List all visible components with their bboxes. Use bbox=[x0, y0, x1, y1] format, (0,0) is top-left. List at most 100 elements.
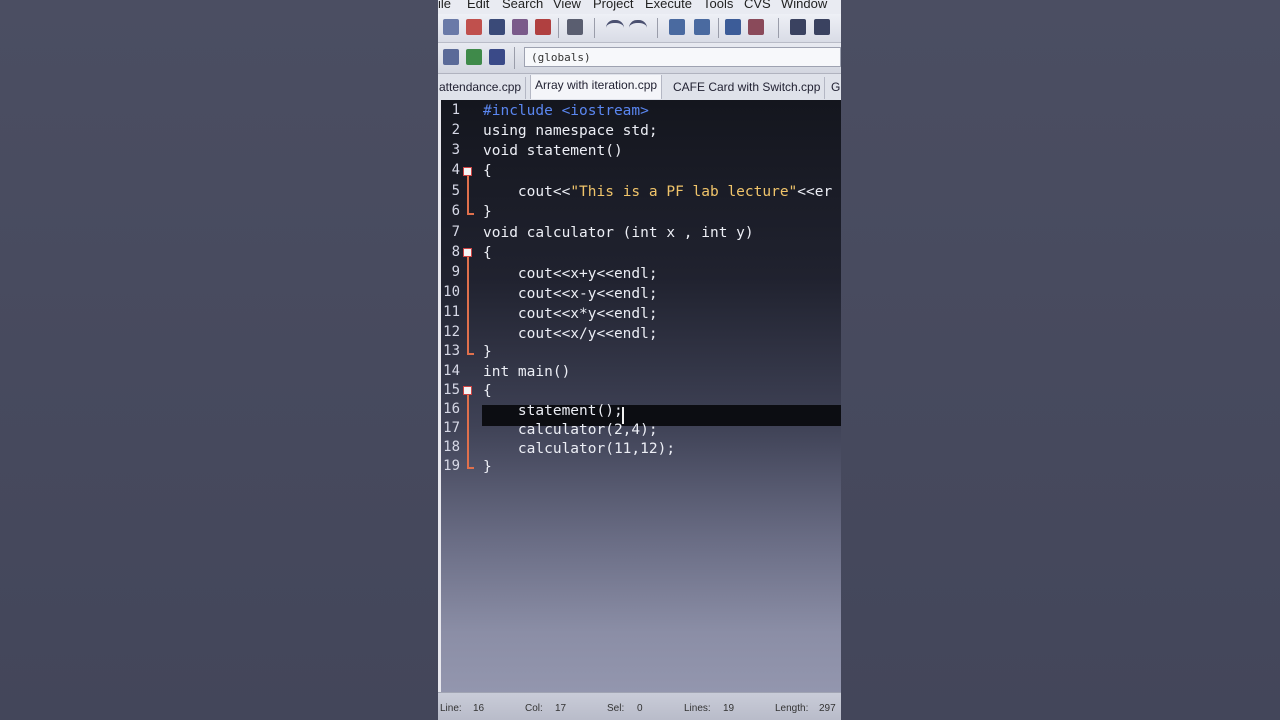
line-number: 17 bbox=[443, 420, 460, 436]
fold-guide-end bbox=[467, 467, 474, 469]
save-all-icon[interactable] bbox=[512, 19, 528, 35]
code-line-16: statement(); bbox=[483, 403, 623, 419]
code-line-2: using namespace std; bbox=[483, 123, 658, 139]
indent-icon[interactable] bbox=[725, 19, 741, 35]
menu-file[interactable]: ile bbox=[438, 0, 451, 11]
line-number: 6 bbox=[451, 203, 460, 219]
code-line-9: cout<<x+y<<endl; bbox=[483, 266, 658, 282]
menu-project[interactable]: Project bbox=[593, 0, 633, 11]
replace-icon[interactable] bbox=[694, 19, 710, 35]
fold-guide bbox=[467, 257, 469, 354]
status-col-value: 17 bbox=[555, 703, 567, 714]
code-line-14: int main() bbox=[483, 364, 571, 380]
class-toolbar: (globals) bbox=[438, 43, 841, 74]
file-tabs: attendance.cpp Array with iteration.cpp … bbox=[438, 74, 841, 101]
code-line-7: void calculator (int x , int y) bbox=[483, 225, 754, 241]
window-edge bbox=[438, 100, 441, 692]
line-number: 5 bbox=[451, 183, 460, 199]
tab-cafe-card-with-switch[interactable]: CAFE Card with Switch.cpp bbox=[669, 77, 826, 99]
menu-tools[interactable]: Tools bbox=[703, 0, 733, 11]
status-line-value: 16 bbox=[473, 703, 485, 714]
code-line-5: cout<<"This is a PF lab lecture"<<er bbox=[483, 184, 832, 200]
redo-icon[interactable] bbox=[629, 20, 647, 37]
line-number: 8 bbox=[451, 244, 460, 260]
line-number: 15 bbox=[443, 382, 460, 398]
status-line-label: Line: bbox=[440, 703, 462, 714]
save-icon[interactable] bbox=[489, 19, 505, 35]
status-sel-label: Sel: bbox=[607, 703, 625, 714]
menu-search[interactable]: Search bbox=[502, 0, 543, 11]
code-line-17: calculator(2,4); bbox=[483, 422, 658, 438]
line-number: 9 bbox=[451, 264, 460, 280]
fold-toggle-icon[interactable] bbox=[463, 248, 472, 257]
code-line-1: #include <iostream> bbox=[483, 103, 649, 119]
code-line-15: { bbox=[483, 383, 492, 399]
status-bar: Line: 16 Col: 17 Sel: 0 Lines: 19 Length… bbox=[438, 692, 841, 720]
toolbar-separator bbox=[558, 18, 559, 38]
code-line-3: void statement() bbox=[483, 143, 623, 159]
tab-attendance[interactable]: attendance.cpp bbox=[438, 77, 527, 99]
toolbar-separator bbox=[594, 18, 595, 38]
fold-toggle-icon[interactable] bbox=[463, 386, 472, 395]
line-number: 11 bbox=[443, 304, 460, 320]
open-file-icon[interactable] bbox=[466, 19, 482, 35]
menu-view[interactable]: View bbox=[553, 0, 581, 11]
status-sel-value: 0 bbox=[637, 703, 643, 714]
code-line-12: cout<<x/y<<endl; bbox=[483, 326, 658, 342]
fold-guide bbox=[467, 176, 469, 214]
line-number: 12 bbox=[443, 324, 460, 340]
scope-dropdown[interactable]: (globals) bbox=[524, 47, 841, 67]
line-number: 18 bbox=[443, 439, 460, 455]
line-number: 14 bbox=[443, 363, 460, 379]
debug-icon[interactable] bbox=[489, 49, 505, 65]
close-file-icon[interactable] bbox=[535, 19, 551, 35]
fold-guide bbox=[467, 395, 469, 468]
bookmark-forward-icon[interactable] bbox=[814, 19, 830, 35]
tab-array-with-iteration[interactable]: Array with iteration.cpp bbox=[530, 75, 663, 99]
status-lines-label: Lines: bbox=[684, 703, 711, 714]
line-number: 7 bbox=[451, 224, 460, 240]
run-icon[interactable] bbox=[466, 49, 482, 65]
menu-window[interactable]: Window bbox=[781, 0, 827, 11]
line-number: 19 bbox=[443, 458, 460, 474]
print-icon[interactable] bbox=[567, 19, 583, 35]
toolbar-separator bbox=[657, 18, 658, 38]
line-number: 10 bbox=[443, 284, 460, 300]
code-line-13: } bbox=[483, 344, 492, 360]
background-right bbox=[841, 0, 1280, 720]
text-caret bbox=[622, 407, 624, 424]
preprocessor-directive: #include <iostream> bbox=[483, 103, 649, 119]
menu-execute[interactable]: Execute bbox=[645, 0, 692, 11]
code-line-10: cout<<x-y<<endl; bbox=[483, 286, 658, 302]
line-number: 3 bbox=[451, 142, 460, 158]
status-lines-value: 19 bbox=[723, 703, 735, 714]
menu-edit[interactable]: Edit bbox=[467, 0, 489, 11]
new-file-icon[interactable] bbox=[443, 19, 459, 35]
code-editor[interactable]: 1 2 3 4 5 6 7 8 9 10 11 12 13 14 15 16 1… bbox=[438, 100, 841, 692]
line-gutter: 1 2 3 4 5 6 7 8 9 10 11 12 13 14 15 16 1… bbox=[438, 100, 482, 692]
compile-icon[interactable] bbox=[443, 49, 459, 65]
code-line-6: } bbox=[483, 204, 492, 220]
menu-cvs[interactable]: CVS bbox=[744, 0, 771, 11]
unindent-icon[interactable] bbox=[748, 19, 764, 35]
string-literal: "This is a PF lab lecture" bbox=[570, 184, 798, 200]
code-token: cout<< bbox=[483, 184, 571, 200]
line-number: 1 bbox=[451, 102, 460, 118]
bookmark-back-icon[interactable] bbox=[790, 19, 806, 35]
background-left bbox=[0, 0, 438, 720]
fold-toggle-icon[interactable] bbox=[463, 167, 472, 176]
find-icon[interactable] bbox=[669, 19, 685, 35]
undo-icon[interactable] bbox=[606, 20, 624, 37]
status-col-label: Col: bbox=[525, 703, 543, 714]
code-line-18: calculator(11,12); bbox=[483, 441, 676, 457]
tab-more[interactable]: G bbox=[827, 77, 841, 99]
line-number: 2 bbox=[451, 122, 460, 138]
fold-guide-end bbox=[467, 213, 474, 215]
code-token: <<er bbox=[797, 184, 833, 200]
code-line-11: cout<<x*y<<endl; bbox=[483, 306, 658, 322]
code-line-19: } bbox=[483, 459, 492, 475]
main-toolbar bbox=[438, 14, 841, 43]
line-number: 16 bbox=[443, 401, 460, 417]
line-number: 4 bbox=[451, 162, 460, 178]
code-line-8: { bbox=[483, 245, 492, 261]
